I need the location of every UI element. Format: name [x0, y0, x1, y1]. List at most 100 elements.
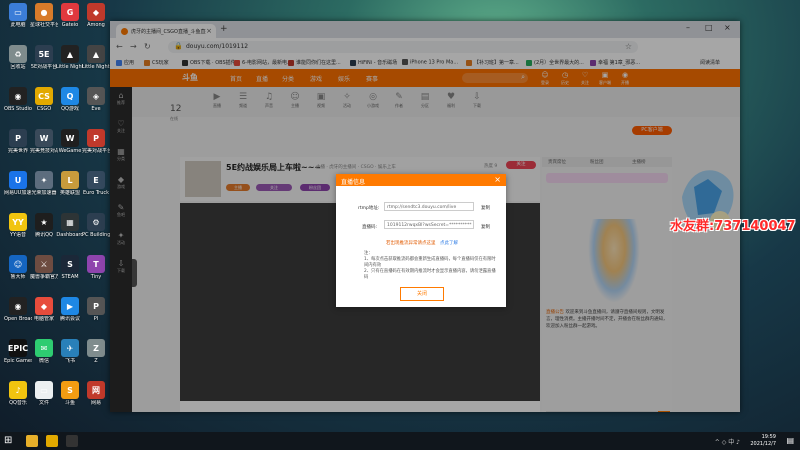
desktop-icon[interactable]: ⚔魔兽争霸官方对战平台 — [30, 255, 58, 280]
desktop-icon-label: 腾讯QQ — [35, 232, 53, 238]
desktop-icon[interactable]: ◆ Among — [82, 3, 110, 28]
desktop-icon[interactable]: ▲Little Nightmares — [56, 45, 84, 70]
dialog-notes: 注： 1、每次点击获取推流码都会重新生成直播码，每个直播码仅在有限时间内有效 2… — [364, 251, 498, 281]
desktop-icon[interactable]: ☺ 鲁大师 — [4, 255, 32, 280]
windows-start-icon[interactable]: ⊞ — [4, 435, 12, 446]
desktop-icon-label: Epic Games Launcher — [4, 358, 32, 364]
desktop-icon-label: 文件 — [38, 400, 49, 406]
clock[interactable]: 19:59 2021/12/7 — [750, 434, 776, 448]
desktop-icon[interactable]: ♪ QQ音乐 — [4, 381, 32, 406]
stream-error-hint[interactable]: 若出现推流异常请点这里 — [386, 240, 436, 246]
app-icon: ◉ — [9, 87, 27, 105]
desktop-icon[interactable]: 5E 5E对战平台 — [30, 45, 58, 70]
desktop-icon[interactable]: ▶ 腾讯会议 — [56, 297, 84, 322]
desktop-icon[interactable]: ▦ Dashboard — [56, 213, 84, 238]
desktop-icon[interactable]: EPICEpic Games Launcher — [4, 339, 32, 364]
desktop-icon[interactable]: S 斗鱼 — [56, 381, 84, 406]
desktop-icon-label: STEAM — [61, 274, 79, 280]
desktop-icon-label: Dashboard — [56, 232, 84, 238]
desktop-icon[interactable]: W完美竞技对战平台 — [30, 129, 58, 154]
app-icon: G — [61, 3, 79, 21]
learn-more-link[interactable]: 点此了解 — [440, 240, 458, 246]
stream-key-field[interactable]: 1019112rwqxBl?wsSecret=********** — [384, 220, 474, 229]
desktop-icon-label: Open Broadcaster — [4, 316, 32, 322]
desktop-icon[interactable]: Q QQ游戏 — [56, 87, 84, 112]
app-icon: ◉ — [9, 297, 27, 315]
browser-window: 虎牙的主播间_CSGO直播_斗鱼直播 × + – □ × ← → ↻ 🔒 dou… — [110, 21, 740, 412]
stream-info-dialog: 直播信息 × rtmp地址: rtmp://sendtc3.douyu.com/… — [336, 174, 506, 307]
app-icon: ▭ — [35, 381, 53, 399]
desktop-icon-label: Among — [87, 22, 105, 28]
app-icon: ✦ — [35, 171, 53, 189]
desktop-icon[interactable]: ⚙ PC Building — [82, 213, 110, 238]
desktop-icon[interactable]: ◈ Eve — [82, 87, 110, 112]
desktop-icon[interactable]: ✈ 飞书 — [56, 339, 84, 364]
app-icon: S — [61, 381, 79, 399]
desktop-icon[interactable]: YY YY语音 — [4, 213, 32, 238]
desktop-icon-label: 回收站 — [10, 64, 26, 70]
desktop-icon[interactable]: ▭ 此电脑 — [4, 3, 32, 28]
chrome-taskbar-icon[interactable] — [26, 435, 38, 447]
obs-taskbar-icon[interactable] — [66, 435, 78, 447]
desktop-icon[interactable]: 网网易 — [82, 381, 110, 406]
desktop-icon[interactable]: T Tiny — [82, 255, 110, 280]
copy-rtmp-button[interactable]: 复制 — [481, 205, 490, 211]
qq-group-overlay-text: 水友群:737140047 — [670, 219, 796, 234]
desktop-icon[interactable]: U网易UU加速器 — [4, 171, 32, 196]
app-icon: U — [9, 171, 27, 189]
app-icon: P — [9, 129, 27, 147]
rtmp-label: rtmp地址: — [358, 206, 380, 211]
desktop-icon[interactable]: S STEAM — [56, 255, 84, 280]
app-icon: ✉ — [35, 339, 53, 357]
desktop-icon-label: CSGO — [36, 106, 52, 112]
desktop-icon[interactable]: ▲Little Nightmares 2 — [82, 45, 110, 70]
desktop-icon[interactable]: ◆ 电脑管家 — [30, 297, 58, 322]
desktop-icon-label: YY语音 — [9, 232, 27, 238]
desktop-icon-label: 电脑管家 — [33, 316, 54, 322]
system-tray[interactable]: ^ ◇ 中 ♪ — [715, 437, 740, 446]
desktop-icon[interactable]: E Euro Truck — [82, 171, 110, 196]
close-button[interactable]: 关闭 — [400, 287, 444, 301]
desktop-icon[interactable]: ✉ 微信 — [30, 339, 58, 364]
desktop-icon[interactable]: L 英雄联盟 — [56, 171, 84, 196]
desktop-icon[interactable]: W WeGame — [56, 129, 84, 154]
csgo-taskbar-icon[interactable] — [46, 435, 58, 447]
app-icon: P — [87, 297, 105, 315]
desktop-icon[interactable]: ♻ 回收站 — [4, 45, 32, 70]
app-icon: L — [61, 171, 79, 189]
desktop-icon[interactable]: ✦ 光荣加速器 — [30, 171, 58, 196]
desktop-icon-label: Gateio — [61, 22, 79, 28]
desktop-icon[interactable]: P 完美世界 — [4, 129, 32, 154]
app-icon: 5E — [35, 45, 53, 63]
desktop-icon-label: 腾讯会议 — [59, 316, 80, 322]
app-icon: Q — [61, 87, 79, 105]
desktop-icon-label: Tiny — [90, 274, 102, 280]
app-icon: ★ — [35, 213, 53, 231]
desktop-icon-label: Euro Truck — [82, 190, 110, 196]
desktop-icon-label: WeGame — [58, 148, 82, 154]
desktop-icon[interactable]: ◉Open Broadcaster — [4, 297, 32, 322]
desktop-icon-label: 此电脑 — [10, 22, 26, 28]
notification-icon[interactable]: ▤ — [786, 436, 794, 445]
desktop-icon-label: 5E对战平台 — [30, 64, 58, 70]
dialog-close-icon[interactable]: × — [494, 175, 501, 184]
desktop-icon[interactable]: CS CSGO — [30, 87, 58, 112]
stream-key-label: 直播码: — [362, 225, 378, 230]
desktop-icon[interactable]: ◉ OBS Studio — [4, 87, 32, 112]
desktop-icon-label: 飞书 — [64, 358, 75, 364]
app-icon: ⚙ — [87, 213, 105, 231]
desktop-icon[interactable]: G Gateio — [56, 3, 84, 28]
app-icon: ▦ — [61, 213, 79, 231]
desktop-icon-label: PC Building — [82, 232, 110, 238]
desktop-icon[interactable]: P 完美对战平台 — [82, 129, 110, 154]
desktop-icon[interactable]: ▭ 文件 — [30, 381, 58, 406]
desktop-icon-label: Pl — [93, 316, 99, 322]
desktop-icon[interactable]: ● 星球社交平台 — [30, 3, 58, 28]
app-icon: Z — [87, 339, 105, 357]
copy-key-button[interactable]: 复制 — [481, 224, 490, 230]
desktop-icon[interactable]: ★ 腾讯QQ — [30, 213, 58, 238]
desktop-icon[interactable]: ZZ — [82, 339, 110, 364]
rtmp-address-field[interactable]: rtmp://sendtc3.douyu.com/live — [384, 202, 474, 211]
desktop-icon-label: 斗鱼 — [64, 400, 75, 406]
desktop-icon[interactable]: P Pl — [82, 297, 110, 322]
